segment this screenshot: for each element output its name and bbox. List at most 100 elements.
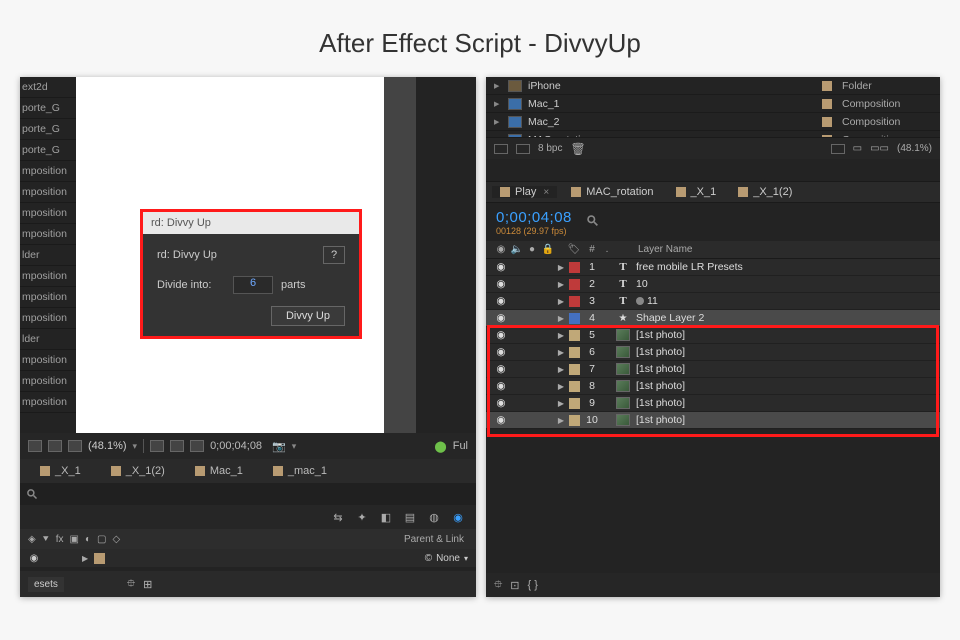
layer-name[interactable]: free mobile LR Presets xyxy=(634,261,940,273)
twirl-icon[interactable]: ▶ xyxy=(556,297,566,306)
resolution-icon[interactable] xyxy=(150,440,164,452)
chevron-down-icon[interactable]: ▾ xyxy=(292,441,297,452)
divvyup-help-button[interactable]: ? xyxy=(323,246,345,264)
twirl-icon[interactable]: ▶ xyxy=(556,331,566,340)
layer-row[interactable]: ◉▶3T11 xyxy=(486,293,940,310)
speaker-column-icon[interactable]: 🔈 xyxy=(510,244,524,255)
vr-goggles-icon[interactable]: ▭▭ xyxy=(870,143,889,154)
layer-name[interactable]: [1st photo] xyxy=(634,329,940,341)
visibility-toggle[interactable]: ◉ xyxy=(492,397,510,409)
layer-label-swatch[interactable] xyxy=(569,415,580,426)
viewer-timecode[interactable]: 0;00;04;08 xyxy=(210,440,262,452)
comp-tab[interactable]: _X_1 xyxy=(668,186,725,198)
camera-icon[interactable]: 📷 xyxy=(272,440,286,453)
layer-name[interactable]: Shape Layer 2 xyxy=(634,312,940,324)
zoom-value[interactable]: (48.1%) xyxy=(88,440,127,452)
twirl-icon[interactable]: ▶ xyxy=(556,280,566,289)
divvyup-count-input[interactable]: 6 xyxy=(233,276,273,294)
visibility-toggle[interactable]: ◉ xyxy=(492,414,510,426)
mask-icon[interactable] xyxy=(68,440,82,452)
layer-row[interactable]: ◉▶5[1st photo] xyxy=(486,327,940,344)
label-swatch[interactable] xyxy=(822,117,832,127)
twirl-icon[interactable]: ▶ xyxy=(494,82,502,90)
bpc-label[interactable]: 8 bpc xyxy=(538,143,562,154)
layer-name[interactable]: 10 xyxy=(634,278,940,290)
layer-row[interactable]: ◉▶6[1st photo] xyxy=(486,344,940,361)
layer-label-swatch[interactable] xyxy=(569,364,580,375)
brackets-icon[interactable]: { } xyxy=(527,579,537,591)
comp-tab[interactable]: _X_1(2) xyxy=(730,186,800,198)
layer-name[interactable]: [1st photo] xyxy=(634,380,940,392)
render-icon[interactable]: ⊡ xyxy=(510,579,519,592)
twirl-icon[interactable]: ▶ xyxy=(494,118,502,126)
trash-icon[interactable]: 🗑 xyxy=(570,142,585,156)
toggle-icon[interactable]: ⊞ xyxy=(143,578,152,591)
cube-icon[interactable]: ◧ xyxy=(378,509,394,525)
layer-row[interactable]: ◉▶8[1st photo] xyxy=(486,378,940,395)
twirl-icon[interactable]: ▶ xyxy=(556,382,566,391)
layer-label-swatch[interactable] xyxy=(569,313,580,324)
timeline-tab[interactable]: _X_1(2) xyxy=(101,465,175,477)
layer-color-swatch[interactable] xyxy=(94,553,105,564)
label-swatch[interactable] xyxy=(822,99,832,109)
parent-dropdown[interactable]: © None ▾ xyxy=(425,553,468,564)
timeline-tab[interactable]: Mac_1 xyxy=(185,465,253,477)
eye-icon[interactable]: ◉ xyxy=(28,553,40,564)
twirl-icon[interactable]: ▶ xyxy=(556,348,566,357)
layer-name[interactable]: [1st photo] xyxy=(634,397,940,409)
layer-row[interactable]: ◉▶2T10 xyxy=(486,276,940,293)
solo-column-icon[interactable]: ● xyxy=(524,244,540,255)
visibility-toggle[interactable]: ◉ xyxy=(492,363,510,375)
layer-row[interactable]: ◉ ▶ © None ▾ xyxy=(20,549,476,567)
layer-name[interactable]: [1st photo] xyxy=(634,346,940,358)
layer-name[interactable]: 11 xyxy=(634,295,940,307)
frame-blend-icon[interactable]: ▤ xyxy=(402,509,418,525)
layer-row[interactable]: ◉▶9[1st photo] xyxy=(486,395,940,412)
region-icon[interactable] xyxy=(170,440,184,452)
layer-label-swatch[interactable] xyxy=(569,279,580,290)
full-label[interactable]: Ful xyxy=(453,440,468,452)
layer-name[interactable]: [1st photo] xyxy=(634,363,940,375)
thumbnail-icon[interactable] xyxy=(494,144,508,154)
comp-tab[interactable]: Play× xyxy=(492,186,557,198)
layer-label-swatch[interactable] xyxy=(569,398,580,409)
layer-label-swatch[interactable] xyxy=(569,262,580,273)
layer-search[interactable] xyxy=(586,214,940,230)
visibility-toggle[interactable]: ◉ xyxy=(492,278,510,290)
visibility-toggle[interactable]: ◉ xyxy=(492,346,510,358)
layer-row[interactable]: ◉▶10[1st photo] xyxy=(486,412,940,429)
label-swatch[interactable] xyxy=(822,81,832,91)
layer-label-swatch[interactable] xyxy=(569,330,580,341)
visibility-toggle[interactable]: ◉ xyxy=(492,329,510,341)
current-timecode[interactable]: 0;00;04;08 xyxy=(496,209,572,226)
layer-row[interactable]: ◉▶4★Shape Layer 2 xyxy=(486,310,940,327)
timeline-search[interactable] xyxy=(20,483,476,505)
grid-icon[interactable] xyxy=(48,440,62,452)
lock-column-icon[interactable]: 🔒 xyxy=(540,244,556,255)
twirl-icon[interactable]: ▶ xyxy=(82,554,88,563)
project-item-row[interactable]: ▶Mac_1Composition xyxy=(486,95,940,113)
twirl-icon[interactable]: ▶ xyxy=(494,100,502,108)
eye-column-icon[interactable]: ◉ xyxy=(492,244,510,255)
close-icon[interactable]: × xyxy=(543,187,549,198)
divvyup-run-button[interactable]: Divvy Up xyxy=(271,306,345,326)
switch-flow-icon[interactable]: ⇆ xyxy=(330,509,346,525)
proj-zoom[interactable]: (48.1%) xyxy=(897,143,932,154)
layer-row[interactable]: ◉▶7[1st photo] xyxy=(486,361,940,378)
presets-tab[interactable]: esets xyxy=(28,577,64,592)
graph-icon[interactable]: ◉ xyxy=(450,509,466,525)
twirl-icon[interactable]: ▶ xyxy=(556,314,566,323)
layer-name[interactable]: [1st photo] xyxy=(634,414,940,426)
timeline-tab[interactable]: _X_1 xyxy=(30,465,91,477)
project-item-row[interactable]: ▶iPhoneFolder xyxy=(486,77,940,95)
timeline-tab[interactable]: _mac_1 xyxy=(263,465,337,477)
layer-row[interactable]: ◉▶1Tfree mobile LR Presets xyxy=(486,259,940,276)
transparency-icon[interactable] xyxy=(190,440,204,452)
layer-label-swatch[interactable] xyxy=(569,347,580,358)
layer-label-swatch[interactable] xyxy=(569,381,580,392)
link-icon[interactable]: ⯐ xyxy=(494,576,502,595)
project-item-row[interactable]: ▶Mac_2Composition xyxy=(486,113,940,131)
pickwhip-icon[interactable]: © xyxy=(425,553,432,564)
chevron-down-icon[interactable]: ▾ xyxy=(133,441,138,452)
comp-tab[interactable]: MAC_rotation xyxy=(563,186,661,198)
